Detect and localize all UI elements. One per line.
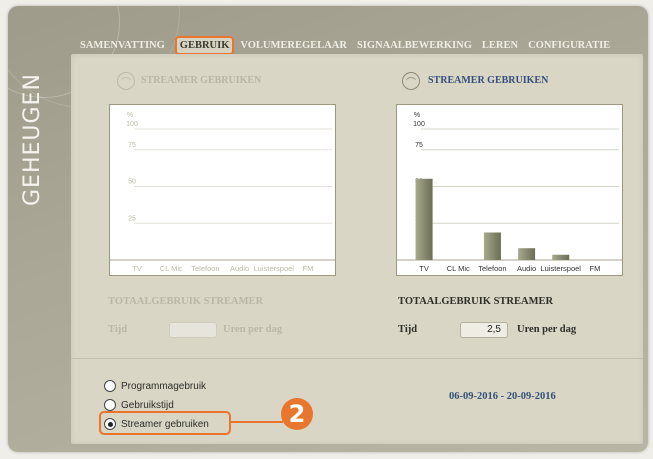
y-tick-label: 75	[128, 142, 136, 149]
callout-badge: 2	[281, 398, 313, 430]
bar	[415, 178, 433, 260]
bar	[483, 232, 501, 260]
right-total-title: TOTAALGEBRUIK STREAMER	[398, 296, 554, 307]
left-time-field	[169, 322, 217, 338]
tab-gebruik[interactable]: GEBRUIK	[174, 35, 235, 55]
ear-icon: ⌒	[117, 72, 135, 90]
left-unit-label: Uren per dag	[223, 324, 283, 335]
y-tick-label: 100	[126, 121, 138, 128]
y-tick-label: 50	[128, 179, 136, 186]
x-tick-label: CL Mic	[447, 264, 470, 273]
y-tick-label: 100	[413, 121, 425, 128]
x-tick-label: TV	[132, 264, 142, 273]
tab-leren[interactable]: LEREN	[482, 40, 518, 51]
y-axis-label: %	[414, 112, 420, 119]
x-tick-label: TV	[419, 264, 429, 273]
x-tick-label: Audio	[230, 264, 249, 273]
x-tick-label: Luisterspoel	[254, 264, 295, 273]
right-usage-chart: %255075100TVCL MicTelefoonAudioLuistersp…	[396, 104, 623, 276]
x-tick-label: Telefoon	[478, 264, 506, 273]
x-tick-label: FM	[302, 264, 313, 273]
left-total-title: TOTAALGEBRUIK STREAMER	[108, 296, 264, 307]
y-axis-label: %	[127, 112, 133, 119]
app-window: GEHEUGEN SAMENVATTING GEBRUIK VOLUMEREGE…	[8, 6, 648, 452]
section-divider	[71, 358, 643, 359]
x-tick-label: CL Mic	[160, 264, 183, 273]
x-tick-label: Telefoon	[191, 264, 219, 273]
tab-samenvatting[interactable]: SAMENVATTING	[80, 40, 165, 51]
callout-connector	[231, 421, 283, 423]
left-time-label: Tijd	[108, 324, 128, 335]
radio-gebruikstijd[interactable]: Gebruikstijd	[104, 399, 174, 411]
right-unit-label: Uren per dag	[517, 324, 577, 335]
right-time-label: Tijd	[398, 324, 418, 335]
y-tick-label: 75	[415, 142, 423, 149]
x-tick-label: Audio	[517, 264, 536, 273]
tab-volumeregelaar[interactable]: VOLUMEREGELAAR	[240, 40, 347, 51]
radio-label: Gebruikstijd	[121, 399, 174, 411]
content-panel: ⌒ STREAMER GEBRUIKEN % 25 50 75 100 TV CL Mic T…	[71, 54, 643, 444]
date-range: 06-09-2016 - 20-09-2016	[449, 391, 556, 402]
tab-signaalbewerking[interactable]: SIGNAALBEWERKING	[357, 40, 472, 51]
selection-highlight	[99, 411, 231, 435]
tab-configuratie[interactable]: CONFIGURATIE	[528, 40, 610, 51]
y-tick-label: 25	[128, 215, 136, 222]
bar	[518, 248, 536, 260]
left-usage-chart: % 25 50 75 100 TV CL Mic Telefoon Audio Luistersp…	[109, 104, 336, 276]
bar	[552, 254, 570, 260]
right-time-field: 2,5	[460, 322, 508, 338]
radio-circle[interactable]	[104, 399, 116, 411]
radio-label: Programmagebruik	[121, 380, 207, 392]
right-section-title: STREAMER GEBRUIKEN	[428, 75, 549, 86]
ear-icon: ⌒	[402, 72, 420, 90]
x-tick-label: FM	[589, 264, 600, 273]
radio-programmagebruik[interactable]: Programmagebruik	[104, 380, 206, 392]
x-tick-label: Luisterspoel	[541, 264, 582, 273]
radio-circle[interactable]	[104, 380, 116, 392]
side-title: GEHEUGEN	[20, 73, 45, 206]
left-section-title: STREAMER GEBRUIKEN	[141, 75, 262, 86]
